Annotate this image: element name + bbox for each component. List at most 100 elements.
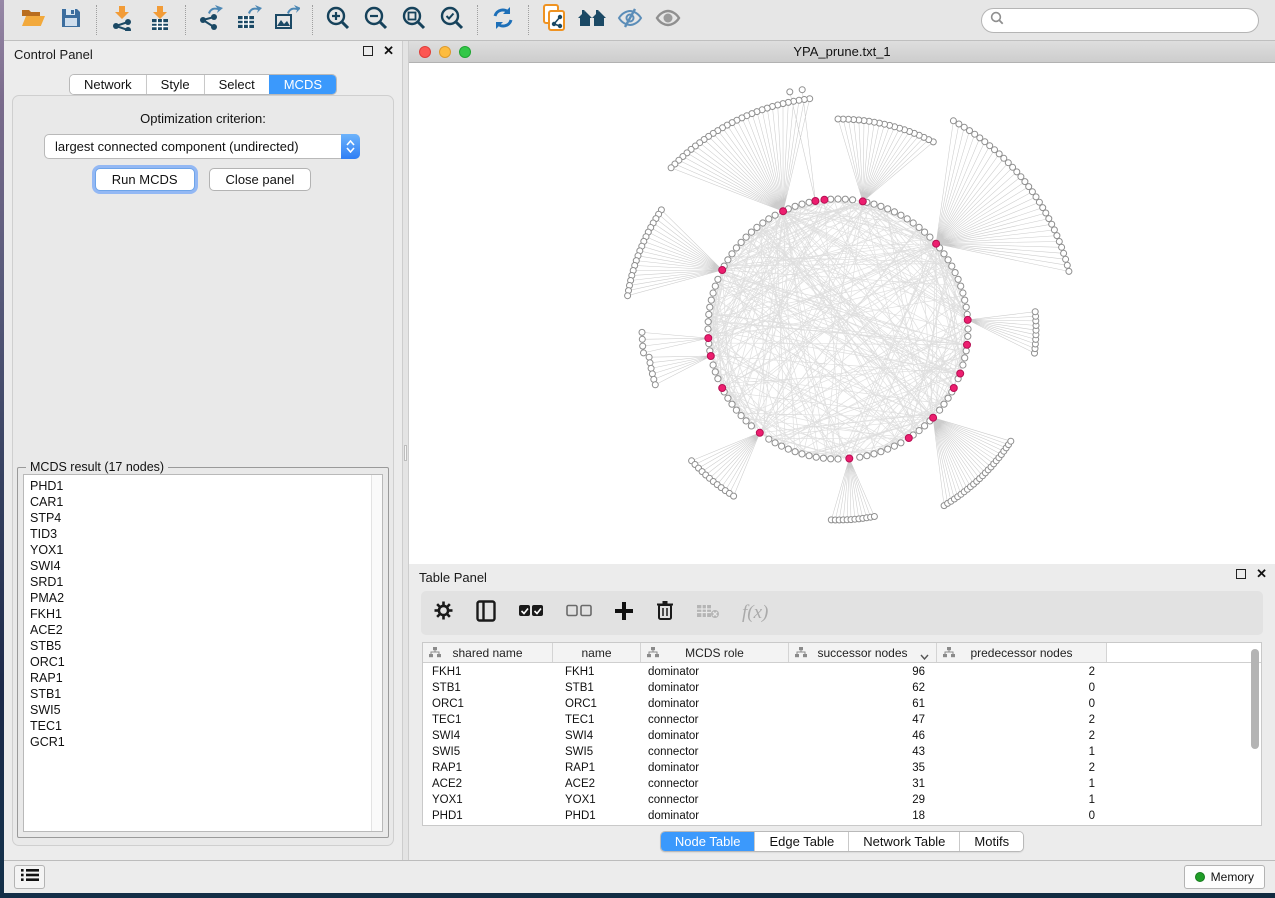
close-table-panel-icon[interactable]: ✕ bbox=[1256, 569, 1267, 579]
select-all-button[interactable] bbox=[518, 604, 544, 623]
plus-icon bbox=[614, 601, 634, 626]
float-panel-icon[interactable] bbox=[363, 46, 373, 56]
result-node-item[interactable]: PHD1 bbox=[24, 478, 382, 494]
zoom-out-button[interactable] bbox=[357, 4, 395, 36]
import-table-button[interactable] bbox=[141, 4, 179, 36]
floppy-disk-icon bbox=[60, 7, 82, 34]
toolbar-separator bbox=[528, 5, 529, 35]
column-header-shared-name[interactable]: shared name bbox=[423, 643, 553, 662]
table-row[interactable]: SWI4SWI4dominator462 bbox=[423, 728, 1261, 744]
mcds-result-title: MCDS result (17 nodes) bbox=[26, 460, 168, 474]
save-button[interactable] bbox=[52, 4, 90, 36]
network-graph[interactable] bbox=[409, 63, 1275, 564]
result-node-item[interactable]: STB1 bbox=[24, 686, 382, 702]
result-node-item[interactable]: TID3 bbox=[24, 526, 382, 542]
close-panel-button[interactable]: Close panel bbox=[209, 168, 312, 191]
result-node-item[interactable]: GCR1 bbox=[24, 734, 382, 750]
export-image-button[interactable] bbox=[268, 4, 306, 36]
table-cell: 62 bbox=[789, 682, 937, 694]
open-file-button[interactable] bbox=[14, 4, 52, 36]
table-cell: TEC1 bbox=[553, 714, 641, 726]
task-history-button[interactable] bbox=[14, 865, 45, 889]
table-cell: PHD1 bbox=[423, 810, 553, 822]
result-node-item[interactable]: TEC1 bbox=[24, 718, 382, 734]
status-bar: Memory bbox=[4, 860, 1275, 893]
column-header-mcds-role[interactable]: MCDS role bbox=[641, 643, 789, 662]
result-node-item[interactable]: STB5 bbox=[24, 638, 382, 654]
tab-style[interactable]: Style bbox=[146, 75, 204, 94]
tab-network[interactable]: Network bbox=[70, 75, 146, 94]
show-eye-button[interactable] bbox=[649, 4, 687, 36]
table-tab-network-table[interactable]: Network Table bbox=[848, 832, 959, 851]
table-tab-motifs[interactable]: Motifs bbox=[959, 832, 1023, 851]
result-node-item[interactable]: RAP1 bbox=[24, 670, 382, 686]
add-column-button[interactable] bbox=[614, 601, 634, 626]
table-row[interactable]: TEC1TEC1connector472 bbox=[423, 712, 1261, 728]
table-row[interactable]: FKH1FKH1dominator962 bbox=[423, 664, 1261, 680]
memory-status-dot bbox=[1195, 872, 1205, 882]
delete-column-button[interactable] bbox=[656, 600, 674, 626]
zoom-in-button[interactable] bbox=[319, 4, 357, 36]
table-cell: 2 bbox=[937, 714, 1107, 726]
table-scrollbar-thumb[interactable] bbox=[1251, 649, 1259, 749]
table-row[interactable]: STB1STB1dominator620 bbox=[423, 680, 1261, 696]
result-list-scrollbar[interactable] bbox=[371, 475, 382, 831]
export-table-button[interactable] bbox=[230, 4, 268, 36]
splitter-handle[interactable] bbox=[404, 445, 407, 461]
float-table-panel-icon[interactable] bbox=[1236, 569, 1246, 579]
table-row[interactable]: ORC1ORC1dominator610 bbox=[423, 696, 1261, 712]
memory-button[interactable]: Memory bbox=[1184, 865, 1265, 889]
result-node-item[interactable]: ORC1 bbox=[24, 654, 382, 670]
table-settings-button[interactable] bbox=[433, 600, 454, 626]
list-menu-icon bbox=[21, 868, 39, 887]
result-node-item[interactable]: FKH1 bbox=[24, 606, 382, 622]
table-tab-node-table[interactable]: Node Table bbox=[661, 832, 755, 851]
deselect-all-button[interactable] bbox=[566, 604, 592, 623]
result-node-item[interactable]: SWI5 bbox=[24, 702, 382, 718]
column-header-name[interactable]: name bbox=[553, 643, 641, 662]
table-row[interactable]: YOX1YOX1connector291 bbox=[423, 792, 1261, 808]
eye-slash-icon bbox=[616, 6, 644, 35]
result-node-item[interactable]: STP4 bbox=[24, 510, 382, 526]
table-toolbar: f(x) bbox=[421, 591, 1263, 635]
result-node-item[interactable]: SWI4 bbox=[24, 558, 382, 574]
import-network-button[interactable] bbox=[103, 4, 141, 36]
function-builder-button-disabled: f(x) bbox=[742, 602, 768, 624]
table-row[interactable]: ACE2ACE2connector311 bbox=[423, 776, 1261, 792]
zoom-selected-button[interactable] bbox=[433, 4, 471, 36]
panel-splitter[interactable] bbox=[402, 41, 409, 860]
result-node-item[interactable]: YOX1 bbox=[24, 542, 382, 558]
run-mcds-button[interactable]: Run MCDS bbox=[95, 168, 195, 191]
network-window-titlebar: YPA_prune.txt_1 bbox=[409, 41, 1275, 63]
table-cell: 35 bbox=[789, 762, 937, 774]
import-network-icon bbox=[110, 5, 134, 36]
houses-button[interactable] bbox=[573, 4, 611, 36]
result-node-item[interactable]: CAR1 bbox=[24, 494, 382, 510]
refresh-button[interactable] bbox=[484, 4, 522, 36]
export-network-button[interactable] bbox=[192, 4, 230, 36]
network-canvas[interactable] bbox=[409, 63, 1275, 564]
result-node-item[interactable]: ACE2 bbox=[24, 622, 382, 638]
table-row[interactable]: SWI5SWI5connector431 bbox=[423, 744, 1261, 760]
hide-eye-button[interactable] bbox=[611, 4, 649, 36]
clone-network-button[interactable] bbox=[535, 4, 573, 36]
import-table-icon bbox=[148, 5, 172, 36]
result-node-item[interactable]: PMA2 bbox=[24, 590, 382, 606]
zoom-fit-button[interactable] bbox=[395, 4, 433, 36]
criterion-select[interactable]: largest connected component (undirected) bbox=[44, 134, 360, 159]
table-row[interactable]: RAP1RAP1dominator352 bbox=[423, 760, 1261, 776]
toolbar-separator bbox=[96, 5, 97, 35]
close-panel-icon[interactable]: ✕ bbox=[383, 46, 394, 56]
show-columns-button[interactable] bbox=[476, 600, 496, 627]
result-node-item[interactable]: SRD1 bbox=[24, 574, 382, 590]
table-row[interactable]: PHD1PHD1dominator180 bbox=[423, 808, 1261, 824]
column-header-successor-nodes[interactable]: successor nodes bbox=[789, 643, 937, 662]
zoom-in-icon bbox=[325, 5, 351, 36]
column-header-predecessor-nodes[interactable]: predecessor nodes bbox=[937, 643, 1107, 662]
search-input[interactable] bbox=[1009, 13, 1250, 27]
search-box bbox=[981, 8, 1259, 33]
tab-mcds[interactable]: MCDS bbox=[269, 75, 336, 94]
table-tab-edge-table[interactable]: Edge Table bbox=[754, 832, 848, 851]
table-cell: RAP1 bbox=[423, 762, 553, 774]
tab-select[interactable]: Select bbox=[204, 75, 269, 94]
